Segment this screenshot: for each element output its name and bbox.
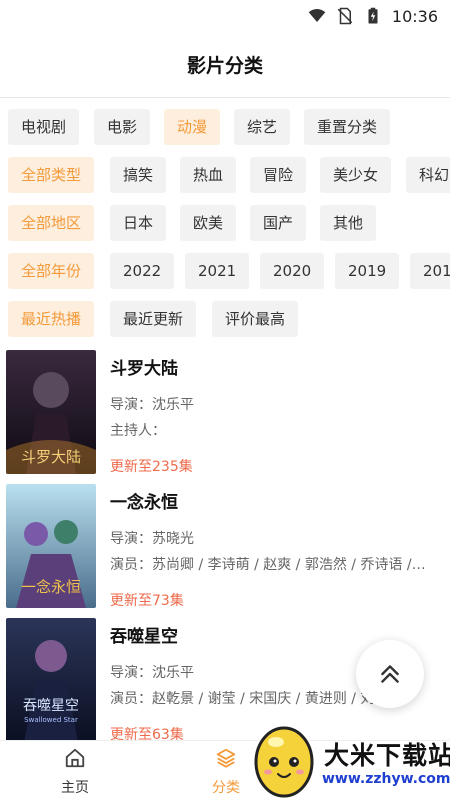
chip-region-other[interactable]: 其他 bbox=[320, 205, 377, 241]
chip-type-scifi[interactable]: 科幻 bbox=[406, 157, 450, 193]
chip-category-variety[interactable]: 综艺 bbox=[234, 109, 291, 145]
chip-year-2021[interactable]: 2021 bbox=[185, 253, 250, 289]
watermark-url: www.zzhyw.com bbox=[322, 771, 450, 787]
item-title: 斗罗大陆 bbox=[110, 359, 178, 379]
chip-region-west[interactable]: 欧美 bbox=[180, 205, 237, 241]
item-update-status: 更新至235集 bbox=[110, 459, 193, 475]
wifi-icon bbox=[308, 8, 326, 22]
list-item[interactable]: 斗罗大陆 斗罗大陆 导演：沈乐平 主持人： 更新至235集 bbox=[0, 344, 450, 476]
item-update-status: 更新至73集 bbox=[110, 593, 184, 609]
watermark-title: 大米下载站 bbox=[324, 741, 450, 770]
chip-year-2018[interactable]: 2018 bbox=[410, 253, 450, 289]
chip-region-all[interactable]: 全部地区 bbox=[8, 205, 95, 241]
chip-category-anime[interactable]: 动漫 bbox=[164, 109, 221, 145]
chip-year-2019[interactable]: 2019 bbox=[335, 253, 400, 289]
chip-category-tv[interactable]: 电视剧 bbox=[8, 109, 80, 145]
nav-item-home[interactable]: 主页 bbox=[35, 747, 115, 797]
chip-type-action[interactable]: 热血 bbox=[180, 157, 237, 193]
item-title: 一念永恒 bbox=[110, 493, 178, 513]
reset-filter-button[interactable]: 重置分类 bbox=[304, 109, 391, 145]
item-update-status: 更新至63集 bbox=[110, 727, 184, 740]
poster-image: 吞噬星空 Swallowed Star bbox=[6, 618, 96, 740]
chip-year-2022[interactable]: 2022 bbox=[110, 253, 175, 289]
poster-subtitle-text: Swallowed Star bbox=[24, 716, 78, 724]
chip-type-all[interactable]: 全部类型 bbox=[8, 157, 95, 193]
poster-image: 一念永恒 bbox=[6, 484, 96, 608]
chip-year-all[interactable]: 全部年份 bbox=[8, 253, 95, 289]
filter-row-year: 全部年份 2022 2021 2020 2019 2018 bbox=[0, 253, 450, 289]
filter-row-sort: 最近热播 最近更新 评价最高 bbox=[0, 301, 450, 337]
chip-type-comedy[interactable]: 搞笑 bbox=[110, 157, 167, 193]
nav-label: 主页 bbox=[61, 780, 89, 796]
chip-year-2020[interactable]: 2020 bbox=[260, 253, 325, 289]
item-director: 导演：沈乐平 bbox=[110, 397, 194, 413]
rice-mascot-logo-icon bbox=[254, 726, 314, 798]
item-title: 吞噬星空 bbox=[110, 627, 178, 647]
chip-category-movie[interactable]: 电影 bbox=[94, 109, 151, 145]
double-chevron-up-icon bbox=[381, 665, 399, 683]
chip-type-girls[interactable]: 美少女 bbox=[320, 157, 392, 193]
status-bar: 10:36 bbox=[0, 0, 450, 32]
chip-type-adventure[interactable]: 冒险 bbox=[250, 157, 307, 193]
filter-row-category: 电视剧 电影 动漫 综艺 重置分类 bbox=[0, 109, 450, 145]
poster-image: 斗罗大陆 bbox=[6, 350, 96, 474]
scroll-to-top-button[interactable] bbox=[356, 640, 424, 708]
chip-sort-latest[interactable]: 最近更新 bbox=[110, 301, 197, 337]
chip-region-domestic[interactable]: 国产 bbox=[250, 205, 307, 241]
poster-title-text: 斗罗大陆 bbox=[21, 448, 81, 466]
filter-row-type: 全部类型 搞笑 热血 冒险 美少女 科幻 bbox=[0, 157, 450, 193]
chip-sort-hot[interactable]: 最近热播 bbox=[8, 301, 95, 337]
layers-icon bbox=[216, 748, 236, 768]
item-director: 导演：苏晓光 bbox=[110, 531, 194, 547]
poster-title-text: 一念永恒 bbox=[21, 578, 81, 596]
status-time: 10:36 bbox=[391, 6, 438, 26]
no-sim-icon bbox=[337, 7, 353, 25]
chip-sort-rating[interactable]: 评价最高 bbox=[212, 301, 299, 337]
home-icon bbox=[65, 748, 85, 768]
watermark: 大米下载站 www.zzhyw.com bbox=[244, 716, 450, 800]
filter-panel: 电视剧 电影 动漫 综艺 重置分类 全部类型 搞笑 热血 冒险 美少女 科幻 全… bbox=[0, 99, 450, 343]
list-item[interactable]: 一念永恒 一念永恒 导演：苏晓光 演员：苏尚卿 / 李诗萌 / 赵爽 / 郭浩然… bbox=[0, 478, 450, 610]
page-title: 影片分类 bbox=[186, 55, 263, 77]
header: 影片分类 bbox=[0, 32, 450, 98]
battery-charging-icon bbox=[368, 7, 378, 24]
poster-title-text: 吞噬星空 bbox=[23, 698, 79, 714]
chip-region-japan[interactable]: 日本 bbox=[110, 205, 167, 241]
item-cast: 演员：苏尚卿 / 李诗萌 / 赵爽 / 郭浩然 / 乔诗语 / 杨天翔 bbox=[110, 557, 430, 573]
filter-row-region: 全部地区 日本 欧美 国产 其他 bbox=[0, 205, 450, 241]
item-cast: 主持人： bbox=[110, 423, 166, 439]
